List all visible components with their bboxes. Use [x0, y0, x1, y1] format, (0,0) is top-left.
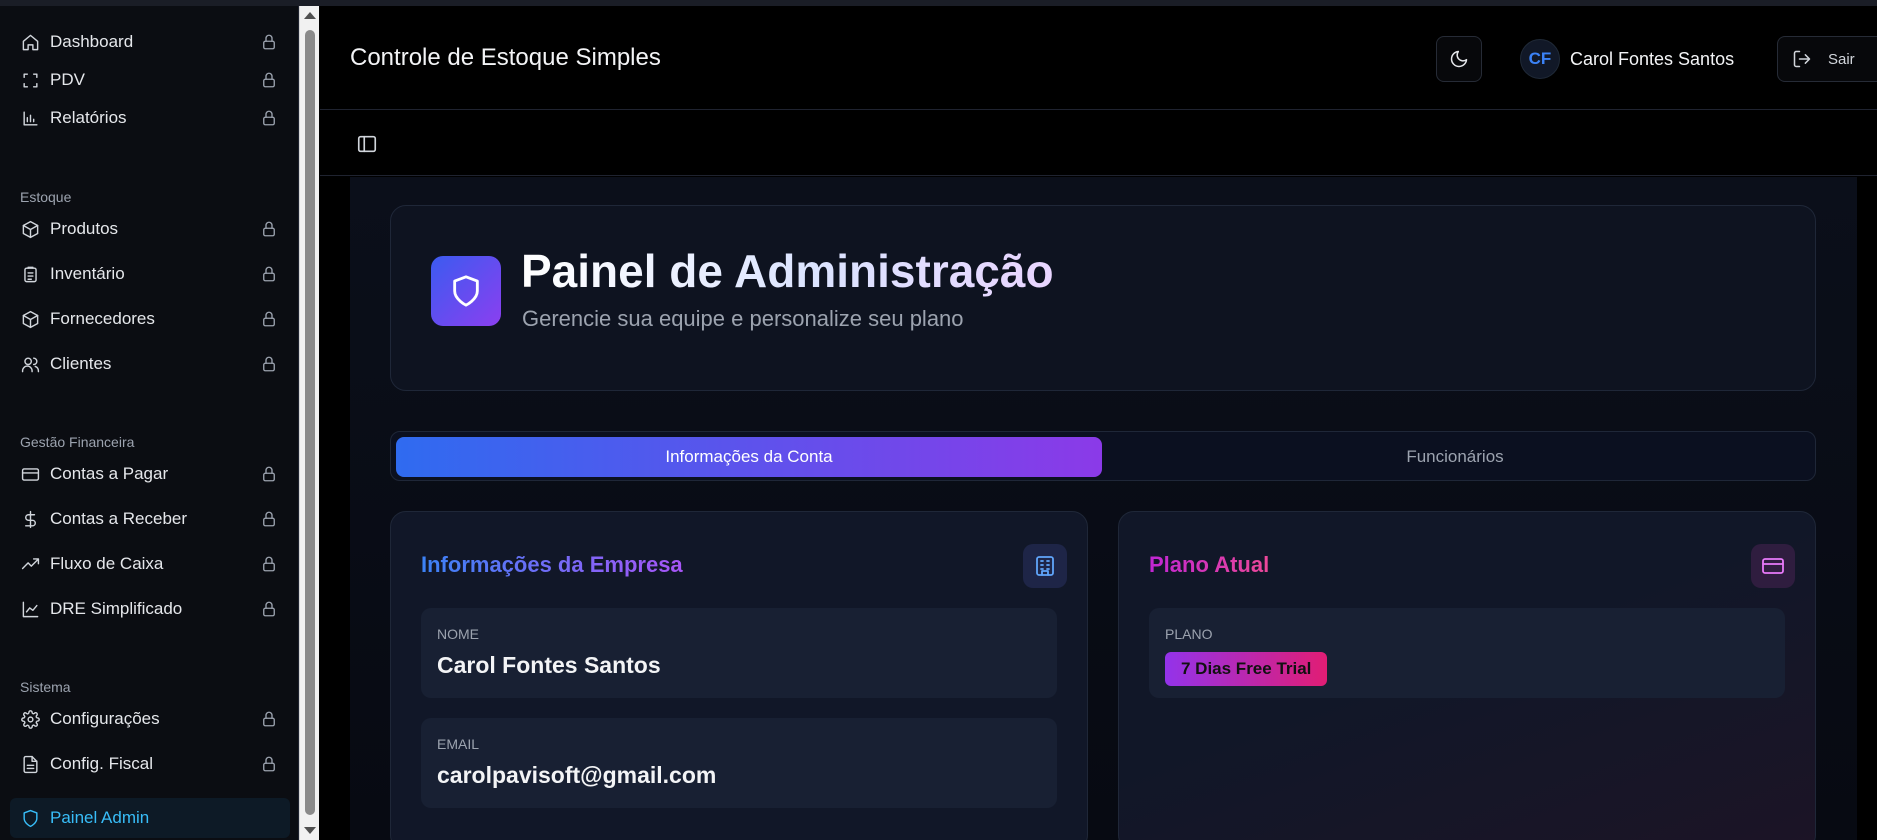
sidebar-item-label: Inventário	[50, 264, 125, 283]
sidebar-item-dre[interactable]: DRE Simplificado	[10, 589, 290, 629]
field-label: EMAIL	[437, 736, 480, 752]
sidebar-item-fornecedores[interactable]: Fornecedores	[10, 299, 290, 339]
lock-icon	[260, 109, 278, 127]
sidebar-toggle-button[interactable]	[356, 133, 378, 155]
sidebar-item-label: Configurações	[50, 709, 160, 728]
field-label: PLANO	[1165, 626, 1213, 642]
line-chart-icon	[20, 599, 40, 619]
lock-icon	[260, 510, 278, 528]
page-title: Painel de Administração	[521, 245, 1054, 297]
moon-icon	[1450, 50, 1468, 68]
sidebar-section-sistema: Sistema	[20, 679, 71, 695]
credit-card-icon	[1751, 544, 1795, 588]
sidebar-item-configuracoes[interactable]: Configurações	[10, 699, 290, 739]
lock-icon	[260, 555, 278, 573]
sidebar: Dashboard PDV Relatórios Estoque Produto…	[0, 6, 299, 840]
shield-icon	[431, 256, 501, 326]
page-subtitle: Gerencie sua equipe e personalize seu pl…	[522, 306, 964, 331]
lock-icon	[260, 33, 278, 51]
lock-icon	[260, 310, 278, 328]
lock-icon	[260, 220, 278, 238]
sidebar-item-pdv[interactable]: PDV	[10, 60, 290, 100]
scrollbar-thumb[interactable]	[305, 30, 315, 815]
user-menu[interactable]: CF Carol Fontes Santos	[1520, 36, 1734, 82]
tab-informacoes-conta[interactable]: Informações da Conta	[396, 437, 1102, 477]
sidebar-item-produtos[interactable]: Produtos	[10, 209, 290, 249]
sidebar-item-inventario[interactable]: Inventário	[10, 254, 290, 294]
credit-card-icon	[20, 464, 40, 484]
lock-icon	[260, 355, 278, 373]
lock-icon	[260, 465, 278, 483]
users-icon	[20, 354, 40, 374]
sidebar-item-label: Fornecedores	[50, 309, 155, 328]
sidebar-section-estoque: Estoque	[20, 189, 72, 205]
lock-icon	[260, 71, 278, 89]
sub-toolbar	[320, 111, 1877, 176]
logout-icon	[1793, 50, 1811, 68]
plan-badge: 7 Dias Free Trial	[1165, 652, 1328, 686]
sidebar-item-label: Config. Fiscal	[50, 754, 153, 773]
company-info-card: Informações da Empresa NOME Carol Fontes…	[390, 511, 1088, 840]
tab-funcionarios[interactable]: Funcionários	[1102, 437, 1808, 477]
app-title: Controle de Estoque Simples	[350, 44, 661, 71]
sidebar-item-label: Contas a Pagar	[50, 464, 169, 483]
admin-tabs: Informações da Conta Funcionários	[390, 431, 1816, 481]
shield-icon	[20, 808, 40, 828]
lock-icon	[260, 755, 278, 773]
clipboard-icon	[20, 264, 40, 284]
scroll-down-arrow[interactable]	[304, 827, 316, 834]
field-value: Carol Fontes Santos	[437, 652, 661, 678]
file-icon	[20, 754, 40, 774]
dollar-icon	[20, 509, 40, 529]
sidebar-item-clientes[interactable]: Clientes	[10, 344, 290, 384]
sidebar-item-config-fiscal[interactable]: Config. Fiscal	[10, 744, 290, 784]
theme-toggle-button[interactable]	[1436, 36, 1482, 82]
scroll-up-arrow[interactable]	[304, 12, 316, 19]
company-email-field: EMAIL carolpavisoft@gmail.com	[421, 718, 1057, 808]
logout-button[interactable]: Sair	[1777, 36, 1877, 82]
lock-icon	[260, 600, 278, 618]
main-content: Painel de Administração Gerencie sua equ…	[350, 177, 1857, 840]
sidebar-item-label: Fluxo de Caixa	[50, 554, 164, 573]
card-title: Informações da Empresa	[421, 552, 683, 577]
sidebar-scrollbar[interactable]	[299, 6, 319, 840]
panel-left-icon	[357, 135, 377, 153]
sidebar-item-fluxo-caixa[interactable]: Fluxo de Caixa	[10, 544, 290, 584]
scan-icon	[20, 70, 40, 90]
package-icon	[20, 309, 40, 329]
plan-field: PLANO 7 Dias Free Trial	[1149, 608, 1785, 698]
sidebar-item-contas-receber[interactable]: Contas a Receber	[10, 499, 290, 539]
sidebar-section-financeira: Gestão Financeira	[20, 434, 135, 450]
company-name-field: NOME Carol Fontes Santos	[421, 608, 1057, 698]
lock-icon	[260, 265, 278, 283]
sidebar-item-dashboard[interactable]: Dashboard	[10, 22, 290, 62]
sidebar-item-label: Relatórios	[50, 108, 127, 127]
field-label: NOME	[437, 626, 479, 642]
user-name: Carol Fontes Santos	[1570, 48, 1735, 69]
sidebar-item-label: DRE Simplificado	[50, 599, 183, 618]
card-title: Plano Atual	[1149, 552, 1270, 577]
sidebar-item-contas-pagar[interactable]: Contas a Pagar	[10, 454, 290, 494]
field-value: carolpavisoft@gmail.com	[437, 762, 717, 788]
bar-chart-icon	[20, 108, 40, 128]
avatar: CF	[1520, 39, 1560, 79]
logout-label: Sair	[1828, 50, 1855, 68]
sidebar-item-label: Clientes	[50, 354, 112, 373]
sidebar-item-label: Contas a Receber	[50, 509, 188, 528]
sidebar-item-label: Painel Admin	[50, 808, 150, 827]
admin-hero-card: Painel de Administração Gerencie sua equ…	[390, 205, 1816, 391]
sidebar-item-painel-admin[interactable]: Painel Admin	[10, 798, 290, 838]
sidebar-item-label: Dashboard	[50, 32, 134, 51]
sidebar-item-relatorios[interactable]: Relatórios	[10, 98, 290, 138]
building-icon	[1023, 544, 1067, 588]
lock-icon	[260, 710, 278, 728]
sidebar-item-label: PDV	[50, 70, 85, 89]
home-icon	[20, 32, 40, 52]
current-plan-card: Plano Atual PLANO 7 Dias Free Trial	[1118, 511, 1816, 840]
gear-icon	[20, 709, 40, 729]
sidebar-item-label: Produtos	[50, 219, 119, 238]
package-icon	[20, 219, 40, 239]
top-header: Controle de Estoque Simples CF Carol Fon…	[320, 6, 1877, 110]
trending-up-icon	[20, 554, 40, 574]
